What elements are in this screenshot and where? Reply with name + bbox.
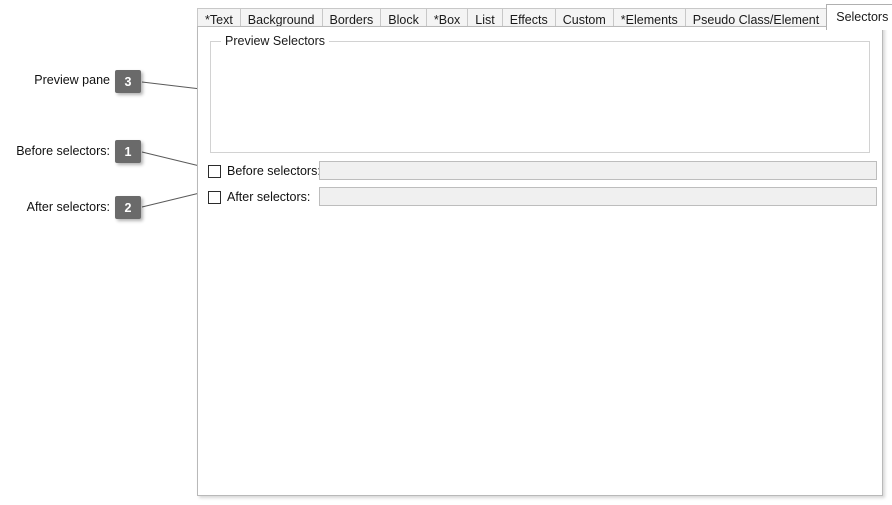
before-selectors-input[interactable] [319, 161, 877, 180]
tab-selectors[interactable]: Selectors [826, 4, 892, 30]
before-selectors-row: Before selectors: [208, 161, 321, 181]
callout-label-after-selectors: After selectors: [26, 200, 110, 214]
preview-pane-title: Preview Selectors [221, 34, 330, 48]
callout-label-preview-pane: Preview pane [34, 73, 110, 87]
after-selectors-input[interactable] [319, 187, 877, 206]
callout-label-before-selectors: Before selectors: [16, 144, 110, 158]
tab-content-panel: Preview Selectors Before selectors: Afte… [197, 26, 883, 496]
after-selectors-label: After selectors: [227, 190, 311, 204]
preview-pane[interactable]: Preview Selectors [210, 34, 870, 153]
css-editor-dialog: *Text Background Borders Block *Box List… [197, 0, 892, 500]
callout-badge-2: 2 [115, 196, 141, 219]
callout-badge-3: 3 [115, 70, 141, 93]
before-selectors-checkbox[interactable] [208, 164, 221, 178]
after-selectors-row: After selectors: [208, 187, 310, 207]
before-selectors-label: Before selectors: [227, 164, 321, 178]
after-selectors-checkbox[interactable] [208, 190, 221, 204]
callout-badge-1: 1 [115, 140, 141, 163]
